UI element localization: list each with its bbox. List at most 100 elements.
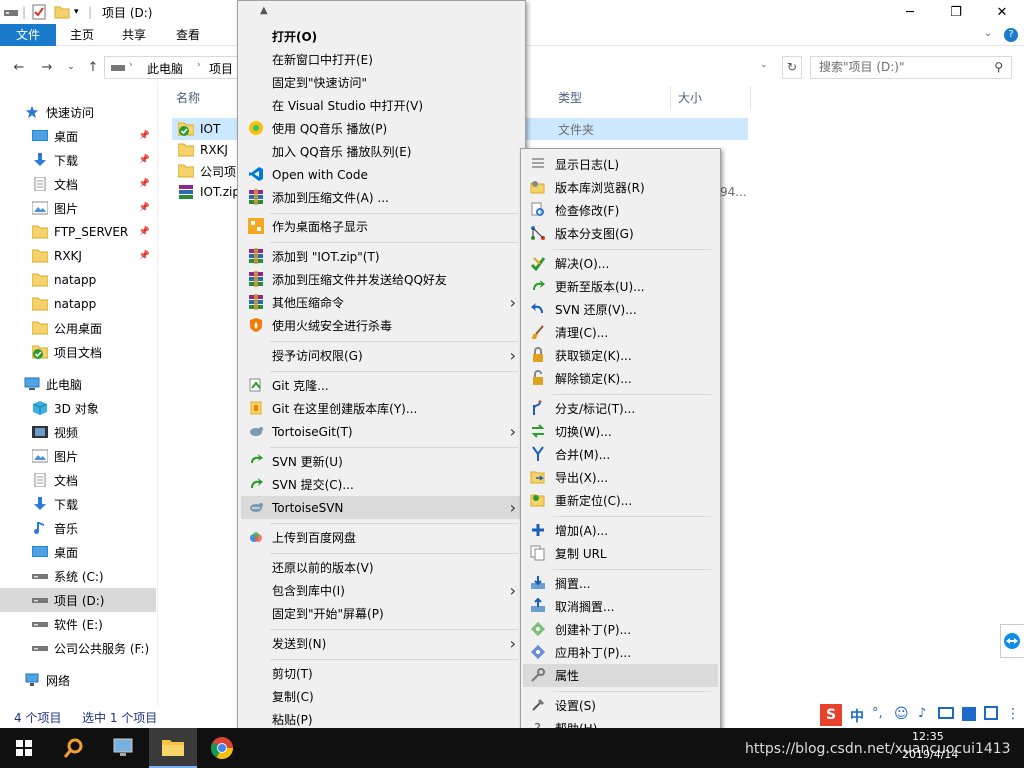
svn-menu-item[interactable]: 清理(C)... [523,321,718,344]
nav-quick-item[interactable]: 图片 📌 [0,196,156,220]
nav-pc-item[interactable]: 3D 对象 [0,396,156,420]
nav-quick-item[interactable]: 文档 📌 [0,172,156,196]
context-menu-item[interactable]: TortoiseSVN › [241,496,522,519]
context-menu-item[interactable]: 在新窗口中打开(E) [241,48,522,71]
column-header-size[interactable]: 大小 [678,86,702,110]
more-icon[interactable]: ⋮ [1006,706,1020,722]
context-menu-item[interactable]: 还原以前的版本(V) [241,556,522,579]
microphone-icon[interactable]: ♪ [918,706,926,721]
svn-menu-item[interactable]: 创建补丁(P)... [523,618,718,641]
search-button[interactable] [50,728,98,768]
taskbar-app-remote[interactable] [100,728,148,768]
context-menu-item[interactable]: 使用火绒安全进行杀毒 [241,314,522,337]
context-menu-item[interactable]: 加入 QQ音乐 播放队列(E) [241,140,522,163]
context-menu-item[interactable]: 在 Visual Studio 中打开(V) [241,94,522,117]
new-folder-icon[interactable] [54,4,70,20]
svn-menu-item[interactable]: 属性 [523,664,718,687]
clock-date[interactable]: 2019/4/14 [902,748,958,761]
nav-pc-item[interactable]: 图片 [0,444,156,468]
ime-mode[interactable]: 中 [850,706,864,726]
pin-icon[interactable]: 📌 [139,251,150,261]
punctuation-icon[interactable]: °, [872,706,883,721]
nav-quick-access[interactable]: 快速访问 [0,100,156,124]
svn-menu-item[interactable]: 取消搁置... [523,595,718,618]
breadcrumb-this-pc[interactable]: 此电脑 [147,60,183,77]
chevron-down-icon[interactable]: ⌄ [984,28,992,39]
svn-menu-item[interactable]: 更新至版本(U)... [523,275,718,298]
context-menu-item[interactable]: 上传到百度网盘 [241,526,522,549]
svn-menu-item[interactable]: 版本库浏览器(R) [523,176,718,199]
context-menu-item[interactable]: TortoiseGit(T) › [241,420,522,443]
svn-menu-item[interactable]: 分支/标记(T)... [523,397,718,420]
svn-menu-item[interactable]: 切换(W)... [523,420,718,443]
nav-pc-item[interactable]: 视频 [0,420,156,444]
nav-this-pc[interactable]: 此电脑 [0,372,156,396]
nav-pc-item[interactable]: 音乐 [0,516,156,540]
nav-network[interactable]: 网络 [0,668,156,692]
nav-quick-item[interactable]: FTP_SERVER 📌 [0,220,156,244]
nav-quick-item[interactable]: natapp [0,268,156,292]
context-menu-item[interactable]: 作为桌面格子显示 [241,215,522,238]
clock-time[interactable]: 12:35 [912,730,944,743]
context-menu-item[interactable]: 添加到 "IOT.zip"(T) [241,245,522,268]
back-arrow-icon[interactable]: ← [10,58,28,76]
svn-menu-item[interactable]: 获取锁定(K)... [523,344,718,367]
context-menu-item[interactable]: Git 克隆... [241,374,522,397]
pin-icon[interactable]: 📌 [139,179,150,189]
chevron-down-icon[interactable]: ⌄ [760,60,768,70]
tab-share[interactable]: 共享 [112,24,156,46]
context-menu-item[interactable]: 添加到压缩文件(A) ... [241,186,522,209]
chevron-down-icon[interactable]: ▾ [74,4,79,20]
pin-icon[interactable]: 📌 [139,203,150,213]
nav-quick-item[interactable]: 下载 📌 [0,148,156,172]
scroll-up-icon[interactable]: ▲ [260,5,268,16]
taskbar-app-chrome[interactable] [198,728,246,768]
close-button[interactable]: ✕ [979,0,1024,24]
svn-menu-item[interactable]: 解决(O)... [523,252,718,275]
context-menu-item[interactable]: 固定到"快速访问" [241,71,522,94]
context-menu-item[interactable]: Open with Code [241,163,522,186]
refresh-icon[interactable]: ↻ [782,56,802,79]
nav-pc-item[interactable]: 系统 (C:) [0,564,156,588]
nav-quick-item[interactable]: 桌面 📌 [0,124,156,148]
context-menu-item[interactable]: 授予访问权限(G) › [241,344,522,367]
context-menu-item[interactable]: 复制(C) [241,685,522,708]
nav-quick-item[interactable]: RXKJ 📌 [0,244,156,268]
up-arrow-icon[interactable]: ↑ [84,58,102,76]
emoji-icon[interactable]: ☺ [894,706,909,722]
svn-menu-item[interactable]: 重新定位(C)... [523,489,718,512]
help-icon[interactable]: ? [1004,28,1018,42]
svn-menu-item[interactable]: 复制 URL [523,542,718,565]
svn-menu-item[interactable]: 显示日志(L) [523,153,718,176]
context-menu-item[interactable]: SVN 提交(C)... [241,473,522,496]
context-menu-item[interactable]: SVN 更新(U) [241,450,522,473]
tab-view[interactable]: 查看 [166,24,210,46]
context-menu-item[interactable]: Git 在这里创建版本库(Y)... [241,397,522,420]
properties-check-icon[interactable] [32,4,46,20]
svn-menu-item[interactable]: 增加(A)... [523,519,718,542]
context-menu-item[interactable]: 添加到压缩文件并发送给QQ好友 [241,268,522,291]
pin-icon[interactable]: 📌 [139,155,150,165]
nav-pc-item[interactable]: 下载 [0,492,156,516]
svn-menu-item[interactable]: SVN 还原(V)... [523,298,718,321]
address-bar[interactable]: › 此电脑 › 项目 [104,56,239,79]
chevron-down-icon[interactable]: ⌄ [62,58,80,76]
teamviewer-handle[interactable] [1000,624,1024,658]
svn-menu-item[interactable]: 搁置... [523,572,718,595]
svn-menu-item[interactable]: 导出(X)... [523,466,718,489]
keyboard-icon[interactable] [938,707,954,719]
nav-quick-item[interactable]: 公用桌面 [0,316,156,340]
context-menu-item[interactable]: 其他压缩命令 › [241,291,522,314]
nav-pc-item[interactable]: 公司公共服务 (F:) [0,636,156,660]
nav-quick-item[interactable]: 项目文档 [0,340,156,364]
context-menu-item[interactable]: 发送到(N) › [241,632,522,655]
context-menu-item[interactable]: 打开(O) [241,25,522,48]
breadcrumb-project[interactable]: 项目 [209,60,233,77]
context-menu-item[interactable]: 使用 QQ音乐 播放(P) [241,117,522,140]
forward-arrow-icon[interactable]: → [38,58,56,76]
nav-pc-item[interactable]: 软件 (E:) [0,612,156,636]
minimize-button[interactable]: ─ [887,0,933,24]
skin-icon[interactable] [962,707,976,721]
nav-pc-item[interactable]: 项目 (D:) [0,588,156,612]
pin-icon[interactable]: 📌 [139,227,150,237]
